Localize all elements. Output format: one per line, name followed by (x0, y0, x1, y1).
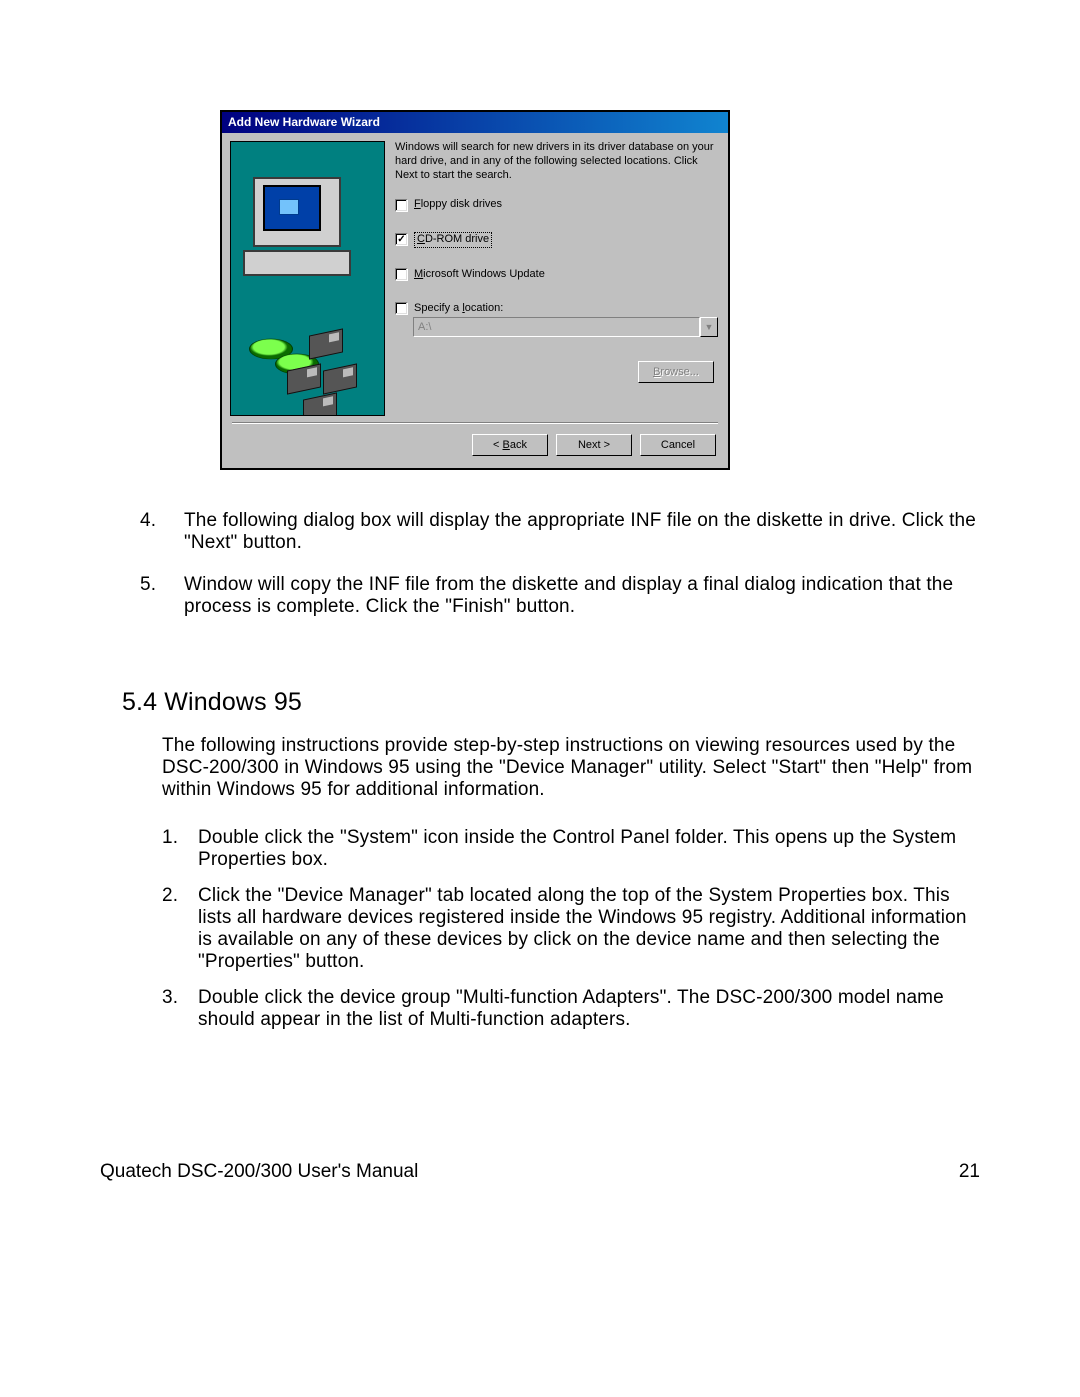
list-item-text: Click the "Device Manager" tab located a… (198, 885, 980, 973)
list-item-number: 2. (162, 885, 186, 973)
checkbox-windows-update-label: Microsoft Windows Update (414, 268, 545, 282)
list-item-number: 1. (162, 827, 186, 871)
list-item-number: 3. (162, 987, 186, 1031)
computer-base-icon (243, 250, 351, 276)
numbered-steps-continuation: 4. The following dialog box will display … (100, 510, 980, 618)
section-heading: 5.4 Windows 95 (122, 688, 980, 717)
list-item-text: Double click the "System" icon inside th… (198, 827, 980, 871)
floppy-icon (303, 392, 337, 416)
list-item: 5. Window will copy the INF file from the… (140, 574, 980, 618)
dialog-instruction: Windows will search for new drivers in i… (395, 141, 718, 182)
back-button[interactable]: < Back (472, 434, 548, 456)
next-button[interactable]: Next > (556, 434, 632, 456)
list-item: 4. The following dialog box will display … (140, 510, 980, 554)
floppy-icon (323, 363, 357, 394)
dialog-figure: Add New Hardware Wizard Windows will sea… (220, 110, 980, 470)
numbered-sub-steps: 1. Double click the "System" icon inside … (100, 827, 980, 1031)
list-item: 2.Click the "Device Manager" tab located… (162, 885, 980, 973)
checkbox-cdrom-label: CD-ROM drive (414, 232, 492, 248)
monitor-icon (253, 177, 341, 247)
checkbox-windows-update-row[interactable]: Microsoft Windows Update (395, 268, 718, 282)
checkbox-specify-location-label: Specify a location: (414, 302, 503, 316)
list-item-text: The following dialog box will display th… (184, 510, 980, 554)
dialog-title: Add New Hardware Wizard (228, 115, 380, 129)
page-footer: Quatech DSC-200/300 User's Manual 21 (100, 1161, 980, 1183)
list-item-number: 4. (140, 510, 166, 554)
cancel-button[interactable]: Cancel (640, 434, 716, 456)
checkbox-cdrom[interactable] (395, 233, 408, 246)
list-item-text: Double click the device group "Multi-fun… (198, 987, 980, 1031)
footer-page-number: 21 (959, 1161, 980, 1183)
add-new-hardware-wizard-dialog: Add New Hardware Wizard Windows will sea… (220, 110, 730, 470)
checkbox-floppy[interactable] (395, 199, 408, 212)
dialog-title-bar: Add New Hardware Wizard (222, 112, 728, 133)
checkbox-specify-location[interactable] (395, 302, 408, 315)
wizard-artwork (230, 141, 385, 416)
location-dropdown-button[interactable]: ▼ (700, 317, 718, 337)
location-input[interactable] (413, 317, 700, 337)
list-item-text: Window will copy the INF file from the d… (184, 574, 980, 618)
page: Add New Hardware Wizard Windows will sea… (0, 0, 1080, 1397)
browse-button[interactable]: Browse... (638, 361, 714, 383)
checkbox-floppy-row[interactable]: Floppy disk drives (395, 198, 718, 212)
checkbox-cdrom-row[interactable]: CD-ROM drive (395, 232, 718, 248)
list-item-number: 5. (140, 574, 166, 618)
list-item: 3. Double click the device group "Multi-f… (162, 987, 980, 1031)
checkbox-windows-update[interactable] (395, 268, 408, 281)
checkbox-floppy-label: Floppy disk drives (414, 198, 502, 212)
section-intro-paragraph: The following instructions provide step-… (162, 735, 980, 801)
footer-left: Quatech DSC-200/300 User's Manual (100, 1161, 418, 1183)
checkbox-specify-location-row[interactable]: Specify a location: (395, 302, 718, 316)
list-item: 1. Double click the "System" icon inside … (162, 827, 980, 871)
floppy-icon (309, 328, 343, 359)
document-body: 4. The following dialog box will display … (100, 510, 980, 1031)
